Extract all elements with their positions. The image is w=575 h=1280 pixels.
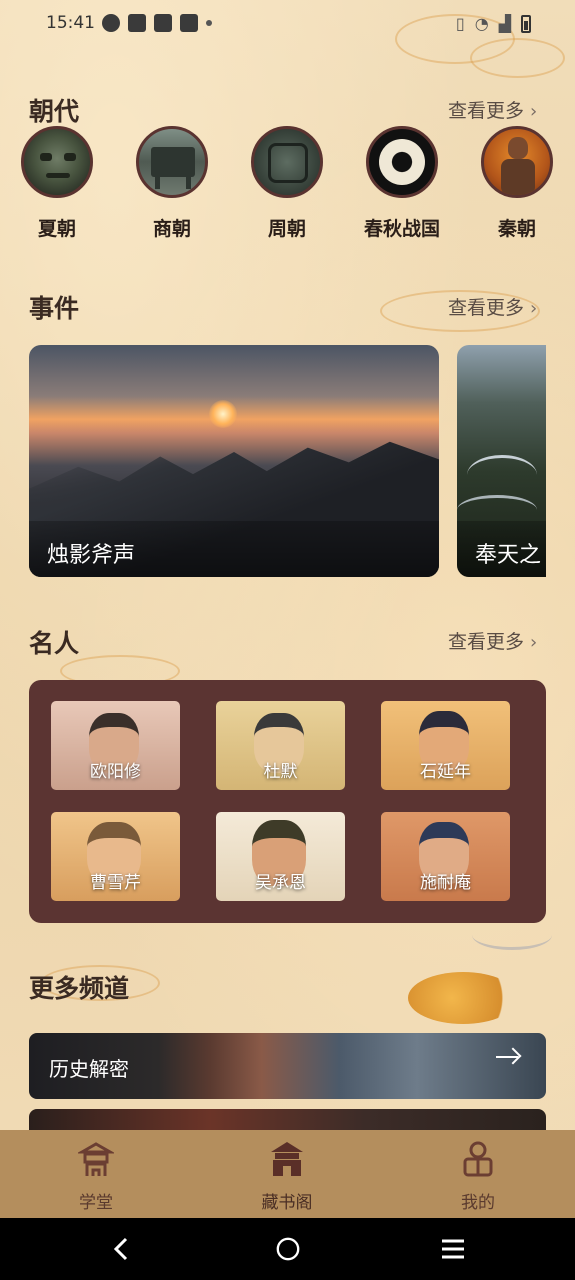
dynasty-label: 春秋战国 (363, 218, 440, 240)
person-card[interactable]: 欧阳修 (51, 701, 180, 790)
arrow-right-icon (496, 1056, 518, 1058)
person-name: 欧阳修 (90, 762, 141, 782)
shopping-bag-icon (128, 14, 146, 32)
shopping-bag-icon (180, 14, 198, 32)
nav-label: 藏书阁 (261, 1193, 313, 1213)
library-icon (271, 1142, 303, 1176)
dynasty-label: 周朝 (267, 218, 306, 240)
events-more-link[interactable]: 查看更多 › (448, 293, 537, 320)
channel-image (29, 1109, 546, 1130)
system-nav-bar (0, 1218, 575, 1280)
vibrate-icon: ▯ (455, 14, 465, 33)
dynasty-item[interactable]: 夏朝 (2, 126, 112, 241)
nav-label: 学堂 (79, 1193, 113, 1213)
channel-title: 历史解密 (49, 1057, 129, 1081)
dynasty-item[interactable]: 周朝 (232, 126, 342, 241)
dynasty-more-link[interactable]: 查看更多 › (448, 96, 537, 123)
more-label: 查看更多 (448, 631, 525, 653)
bronze-vessel-icon (251, 126, 323, 198)
person-name: 杜默 (263, 762, 298, 782)
status-time: 15:41 (46, 13, 95, 33)
people-more-link[interactable]: 查看更多 › (448, 627, 537, 654)
dynasty-item[interactable]: 商朝 (117, 126, 227, 241)
back-icon[interactable] (110, 1236, 134, 1262)
terracotta-warrior-icon (481, 126, 553, 198)
dynasty-label: 商朝 (152, 218, 191, 240)
dynasty-item[interactable]: 秦朝 (462, 126, 572, 241)
event-title: 烛影斧声 (29, 521, 439, 577)
event-card[interactable]: 奉天之 (457, 345, 546, 577)
golden-cloud-ornament (408, 972, 518, 1024)
person-card[interactable]: 曹雪芹 (51, 812, 180, 901)
bronze-ding-icon (136, 126, 208, 198)
status-bar: 15:41 ▯ ◔ ▟ (0, 0, 575, 48)
wifi-icon: ◔ (474, 14, 489, 33)
person-card[interactable]: 吴承恩 (216, 812, 345, 901)
channel-card[interactable]: 历史解密 (29, 1033, 546, 1099)
event-card[interactable]: 烛影斧声 (29, 345, 439, 577)
person-name: 石延年 (420, 762, 471, 782)
system-status-icons: ▯ ◔ ▟ (456, 14, 531, 33)
battery-icon (521, 14, 531, 33)
channels-section-title: 更多频道 (29, 974, 130, 1003)
person-name: 施耐庵 (420, 873, 471, 893)
chevron-right-icon: › (530, 101, 538, 122)
shopping-bag-icon (154, 14, 172, 32)
jade-bi-icon (366, 126, 438, 198)
events-section-title: 事件 (29, 294, 80, 323)
more-label: 查看更多 (448, 100, 525, 122)
chevron-right-icon: › (530, 298, 538, 319)
people-panel: 欧阳修 杜默 石延年 曹雪芹 吴承恩 施耐庵 (29, 680, 546, 923)
app-notification-icon (102, 14, 120, 32)
home-icon[interactable] (274, 1236, 302, 1262)
person-name: 吴承恩 (255, 873, 306, 893)
more-notifications-icon (206, 20, 212, 26)
profile-icon (463, 1141, 493, 1177)
dynasty-item[interactable]: 春秋战国 (347, 126, 457, 241)
dynasty-section-title: 朝代 (29, 97, 80, 126)
crane-decoration (472, 920, 552, 950)
nav-item-xuetang[interactable]: 学堂 (36, 1140, 156, 1213)
person-name: 曹雪芹 (90, 873, 141, 893)
bronze-mask-icon (21, 126, 93, 198)
nav-item-wode[interactable]: 我的 (418, 1140, 538, 1213)
more-label: 查看更多 (448, 297, 525, 319)
person-card[interactable]: 石延年 (381, 701, 510, 790)
channel-card[interactable] (29, 1109, 546, 1130)
people-section-title: 名人 (29, 629, 80, 658)
person-card[interactable]: 施耐庵 (381, 812, 510, 901)
notification-icons (102, 14, 212, 32)
dynasty-label: 秦朝 (497, 218, 536, 240)
pavilion-icon (76, 1142, 116, 1176)
person-card[interactable]: 杜默 (216, 701, 345, 790)
nav-label: 我的 (461, 1193, 495, 1213)
event-title: 奉天之 (457, 521, 546, 577)
chevron-right-icon: › (530, 632, 538, 653)
recents-menu-icon[interactable] (440, 1236, 466, 1262)
nav-item-cangshuge[interactable]: 藏书阁 (227, 1140, 347, 1213)
signal-icon: ▟ (498, 14, 511, 33)
dynasty-label: 夏朝 (37, 218, 76, 240)
bottom-nav: 学堂 藏书阁 我的 (0, 1130, 575, 1218)
